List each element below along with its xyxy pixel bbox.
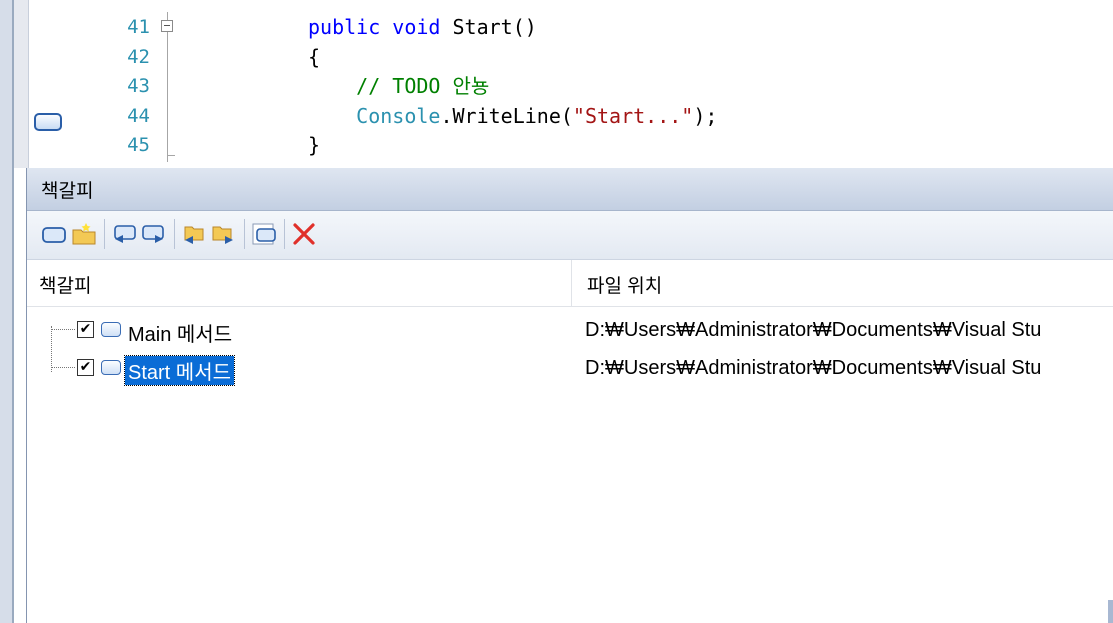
column-divider[interactable] <box>571 260 572 306</box>
line-number: 45 <box>127 134 150 156</box>
next-bookmark-button[interactable] <box>141 221 167 247</box>
code-line[interactable]: // TODO 안뇽 <box>308 75 489 97</box>
line-number: 41 <box>127 16 150 38</box>
code-line[interactable]: } <box>308 134 320 156</box>
bookmarks-grid-header: 책갈피 파일 위치 <box>27 260 1113 307</box>
code-token: "Start..." <box>572 103 694 128</box>
bookmarks-title-bar[interactable]: 책갈피 <box>27 168 1113 211</box>
column-header-bookmark[interactable]: 책갈피 <box>39 271 91 298</box>
toolbar-separator <box>104 219 105 249</box>
previous-bookmark-icon <box>114 225 136 243</box>
bookmark-name-selected[interactable]: Start 메서드 <box>124 355 235 386</box>
bookmarks-window: 책갈피 책갈피 파일 위치 ✔ Main 메서드 D:₩Users₩Admini… <box>26 168 1113 623</box>
outline-end <box>167 155 175 156</box>
bookmark-row-start[interactable]: ✔ Start 메서드 D:₩Users₩Administrator₩Docum… <box>27 354 1113 386</box>
previous-bookmark-in-folder-button[interactable] <box>181 221 207 247</box>
collapse-toggle-icon[interactable] <box>161 20 173 32</box>
code-editor[interactable] <box>14 0 1113 168</box>
code-line[interactable]: { <box>308 46 320 68</box>
bookmark-icon <box>42 227 66 243</box>
code-token: Console <box>308 103 441 128</box>
code-token: // TODO 안뇽 <box>308 74 490 98</box>
next-bookmark-icon <box>142 225 164 243</box>
delete-icon <box>293 223 315 245</box>
code-token: ); <box>693 103 718 128</box>
code-token: .WriteLine( <box>440 103 573 128</box>
next-folder-bookmark-icon <box>212 226 233 244</box>
checkmark-icon: ✔ <box>79 359 92 375</box>
outline-guide <box>167 12 168 162</box>
code-token: { <box>308 44 321 69</box>
code-line[interactable]: public void Start() <box>308 16 537 38</box>
toolbar-separator <box>244 219 245 249</box>
toggle-all-bookmarks-button[interactable] <box>251 221 277 247</box>
code-line[interactable]: Console.WriteLine("Start..."); <box>308 105 717 127</box>
bookmark-row-main[interactable]: ✔ Main 메서드 D:₩Users₩Administrator₩Docume… <box>27 316 1113 346</box>
delete-bookmark-button[interactable] <box>291 221 317 247</box>
code-token: } <box>308 133 321 157</box>
new-folder-icon <box>72 223 96 245</box>
toggle-bookmark-button[interactable] <box>41 221 67 247</box>
bookmark-enabled-checkbox[interactable]: ✔ <box>77 321 94 338</box>
previous-folder-bookmark-icon <box>184 226 204 244</box>
disable-bookmarks-icon <box>252 223 276 245</box>
previous-bookmark-button[interactable] <box>111 221 137 247</box>
tree-connector <box>51 367 75 368</box>
indicator-margin[interactable] <box>14 0 29 168</box>
column-header-file-location[interactable]: 파일 위치 <box>587 271 662 298</box>
bookmark-name[interactable]: Main 메서드 <box>125 318 235 347</box>
ide-left-strip <box>0 0 12 623</box>
line-number: 44 <box>127 104 150 127</box>
tree-connector <box>51 329 75 330</box>
line-number: 42 <box>127 45 150 68</box>
bookmark-file-location: D:₩Users₩Administrator₩Documents₩Visual … <box>585 357 1042 379</box>
code-token: public void <box>308 15 453 39</box>
toolbar-separator <box>174 219 175 249</box>
bookmark-icon <box>101 360 121 375</box>
bookmark-file-location: D:₩Users₩Administrator₩Documents₩Visual … <box>585 319 1042 341</box>
bookmarks-toolbar <box>27 211 1113 260</box>
line-number: 43 <box>127 75 150 97</box>
bookmarks-title: 책갈피 <box>41 180 94 202</box>
bookmark-enabled-checkbox[interactable]: ✔ <box>77 359 94 376</box>
checkmark-icon: ✔ <box>79 321 92 337</box>
scrollbar-fragment[interactable] <box>1108 600 1113 623</box>
toolbar-separator <box>284 219 285 249</box>
code-token: Start() <box>452 15 537 39</box>
bookmark-glyph-icon[interactable] <box>34 113 62 131</box>
bookmark-icon <box>101 322 121 337</box>
next-bookmark-in-folder-button[interactable] <box>211 221 237 247</box>
new-folder-button[interactable] <box>71 221 97 247</box>
